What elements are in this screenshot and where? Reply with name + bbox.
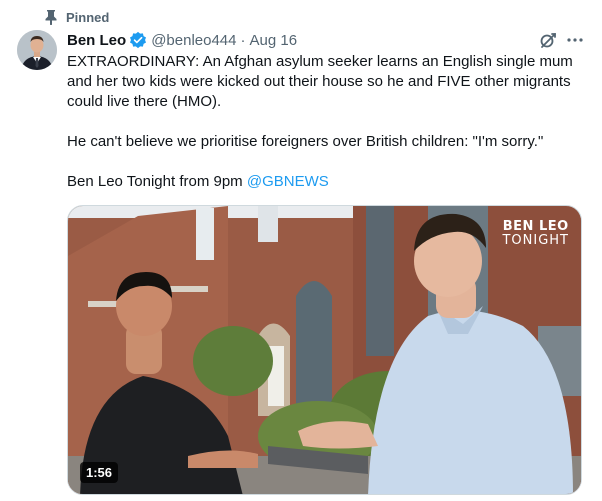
- tweet-paragraph-3: Ben Leo Tonight from 9pm @GBNEWS: [67, 172, 582, 192]
- tweet-paragraph-2: He can't believe we prioritise foreigner…: [67, 133, 544, 150]
- display-name[interactable]: Ben Leo: [67, 32, 126, 49]
- avatar[interactable]: [17, 30, 57, 70]
- video-duration-badge: 1:56: [80, 462, 119, 483]
- show-watermark: BEN LEO TONIGHT: [502, 220, 569, 247]
- mention-link[interactable]: @GBNEWS: [247, 173, 329, 190]
- separator: ·: [240, 31, 246, 49]
- more-icon[interactable]: [566, 31, 584, 49]
- pinned-label: Pinned: [66, 9, 110, 25]
- watermark-line-2: TONIGHT: [502, 233, 569, 248]
- tweet-header: Ben Leo @benleo444 · Aug 16: [67, 30, 297, 50]
- verified-icon[interactable]: [129, 31, 147, 49]
- timestamp[interactable]: Aug 16: [250, 32, 298, 49]
- avatar-image: [17, 30, 57, 70]
- video-player[interactable]: BEN LEO TONIGHT 1:56: [67, 205, 582, 495]
- video-thumbnail: [68, 206, 581, 494]
- tweet-paragraph-1: EXTRAORDINARY: An Afghan asylum seeker l…: [67, 53, 573, 110]
- watermark-line-1: BEN LEO: [502, 219, 569, 234]
- pinned-indicator: Pinned: [44, 8, 109, 26]
- handle[interactable]: @benleo444: [151, 32, 236, 49]
- grok-icon[interactable]: [539, 31, 557, 49]
- tweet-text: EXTRAORDINARY: An Afghan asylum seeker l…: [67, 52, 582, 192]
- tweet-paragraph-3-text: Ben Leo Tonight from 9pm: [67, 173, 247, 190]
- pin-icon: [45, 10, 57, 25]
- tweet[interactable]: Pinned Ben Leo @benleo444 · Aug 16 EXTRA…: [0, 0, 602, 501]
